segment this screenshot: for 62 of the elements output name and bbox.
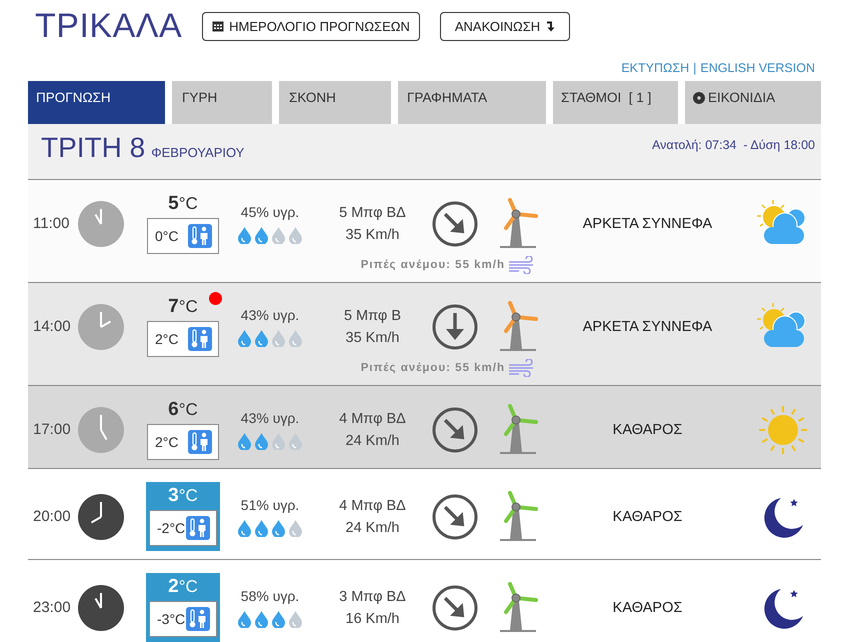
wind-force-text: 4 Μπφ ΒΔ (339, 498, 406, 514)
humidity-text: 58% υγρ. (240, 588, 300, 604)
wind-speed-text: 35 Km/h (346, 330, 400, 346)
condition-text: ΚΑΘΑΡΟΣ (612, 422, 684, 438)
humidity-text: 43% υγρ. (240, 306, 300, 322)
thermometer-person-icon (188, 327, 212, 351)
time-label: 17:00 (32, 421, 72, 438)
temperature-text: 5°C (168, 193, 198, 215)
feels-like-text: 0°C (155, 228, 178, 244)
wind-force-text: 5 Μπφ ΒΔ (339, 204, 406, 220)
sunrise-sunset-text: Ανατολή: 07:34 - Δύση 18:00 (652, 137, 815, 154)
wind-icon (508, 256, 536, 274)
time-label: 23:00 (32, 599, 72, 616)
temperature-text: 6°C (168, 399, 198, 421)
wind-speed-text: 24 Km/h (346, 520, 400, 536)
calendar-icon (212, 20, 224, 32)
link[interactable]: ΕΚΤΥΠΩΣΗ (621, 61, 690, 81)
tab[interactable]: ΓΥΡΗ (172, 81, 272, 124)
temperature-text: 7°C (168, 296, 198, 318)
tab[interactable]: ΓΡΑΦΗΜΑΤΑ (398, 81, 546, 124)
feels-like-text: 2°C (155, 434, 178, 450)
temperature-text: 3°C (168, 485, 198, 507)
settings-icon (693, 92, 705, 104)
condition-text: ΑΡΚΕΤΑ ΣΥΝΝΕΦΑ (582, 216, 714, 232)
arrow-down-icon (547, 20, 556, 32)
condition-text: ΑΡΚΕΤΑ ΣΥΝΝΕΦΑ (582, 318, 714, 334)
thermometer-person-icon (186, 607, 210, 631)
wind-speed-text: 35 Km/h (346, 226, 400, 242)
wind-force-text: 4 Μπφ ΒΔ (339, 410, 406, 426)
month-label: ΦΕΒΡΟΥΑΡΙΟΥ (151, 145, 244, 160)
thermometer-person-icon (186, 516, 210, 540)
tab[interactable]: ΣΚΟΝΗ (279, 81, 391, 124)
thermometer-person-icon (188, 430, 212, 454)
wind-force-text: 5 Μπφ Β (344, 308, 402, 324)
separator-text: | (693, 61, 696, 77)
humidity-text: 51% υγρ. (240, 496, 300, 512)
time-label: 14:00 (32, 318, 72, 335)
wind-gusts-text: Ριπές ανέμου: 55 km/h (360, 362, 505, 374)
feels-like-text: -3°C (157, 611, 186, 627)
wind-speed-text: 24 Km/h (346, 432, 400, 448)
feels-like-text: -2°C (157, 520, 186, 536)
time-label: 11:00 (32, 215, 70, 232)
city-title: ΤΡΙΚΑΛΑ (35, 6, 182, 46)
wind-icon (508, 359, 536, 377)
humidity-text: 45% υγρ. (240, 204, 300, 220)
time-label: 20:00 (32, 508, 72, 525)
thermometer-person-icon (188, 224, 212, 248)
condition-text: ΚΑΘΑΡΟΣ (612, 600, 684, 616)
humidity-text: 43% υγρ. (240, 410, 300, 426)
wind-force-text: 3 Μπφ ΒΔ (339, 588, 406, 604)
feels-like-text: 2°C (155, 331, 178, 347)
wind-speed-text: 16 Km/h (346, 610, 400, 626)
tab[interactable]: ΠΡΟΓΝΩΣΗ (28, 81, 165, 124)
wind-gusts-text: Ριπές ανέμου: 55 km/h (360, 259, 505, 271)
day-title: ΤΡΙΤΗ 8 (41, 132, 146, 164)
condition-text: ΚΑΘΑΡΟΣ (612, 508, 684, 524)
announcement-button[interactable]: ΑΝΑΚΟΙΝΩΣΗ (440, 12, 570, 40)
tab[interactable]: ΕΙΚΟΝΙΔΙΑ (685, 81, 821, 124)
temperature-text: 2°C (168, 576, 198, 598)
tab[interactable]: ΣΤΑΘΜΟΙ [ 1 ] (553, 81, 678, 124)
link[interactable]: ENGLISH VERSION (700, 61, 815, 81)
forecast-calendar-button[interactable]: ΗΜΕΡΟΛΟΓΙΟ ΠΡΟΓΝΩΣΕΩΝ (202, 12, 420, 40)
